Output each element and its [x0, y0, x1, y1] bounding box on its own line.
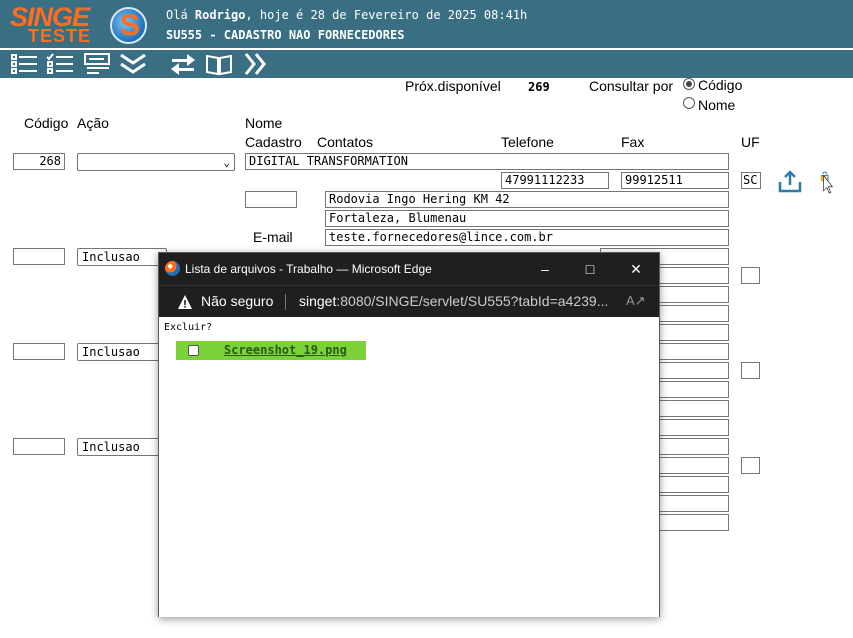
- file-item: Screenshot_19.png: [176, 341, 366, 360]
- email-label: E-mail: [253, 229, 293, 245]
- acao-select-new-2[interactable]: Inclusao: [77, 343, 167, 361]
- double-chevron-right-icon[interactable]: [242, 52, 270, 76]
- col-codigo: Código: [24, 115, 69, 131]
- acao-select-new-3[interactable]: Inclusao: [77, 438, 167, 456]
- email-field[interactable]: teste.fornecedores@lince.com.br: [325, 229, 729, 246]
- unlock-icon[interactable]: [812, 170, 852, 230]
- prox-disponivel-label: Próx.disponível: [405, 78, 501, 94]
- double-chevron-down-icon[interactable]: [119, 52, 147, 76]
- file-checkbox[interactable]: [188, 345, 199, 356]
- radio-codigo[interactable]: [683, 78, 695, 90]
- book-icon[interactable]: [205, 52, 233, 76]
- nome-field[interactable]: DIGITAL TRANSFORMATION: [245, 153, 729, 170]
- file-link[interactable]: Screenshot_19.png: [224, 343, 347, 357]
- telefone-field[interactable]: 47991112233: [501, 172, 609, 189]
- cadastro-field[interactable]: [245, 191, 297, 208]
- acao-select-new-1[interactable]: Inclusao: [77, 248, 167, 266]
- codigo-field-new-2[interactable]: [13, 343, 65, 360]
- file-list-popup: Lista de arquivos - Trabalho — Microsoft…: [158, 252, 660, 617]
- list-icon[interactable]: [10, 52, 38, 76]
- codigo-field[interactable]: 268: [13, 153, 65, 170]
- fax-field[interactable]: 99912511: [621, 172, 729, 189]
- app-header: SINGE TESTE S Olá Rodrigo, hoje é 28 de …: [0, 0, 853, 48]
- radio-nome[interactable]: [683, 97, 695, 109]
- card-icon[interactable]: [84, 52, 112, 76]
- read-aloud-icon[interactable]: A↗: [626, 293, 646, 309]
- refresh-icon[interactable]: [169, 52, 197, 76]
- toolbar: [0, 50, 853, 78]
- uf-box-1[interactable]: [741, 267, 760, 284]
- upload-icon[interactable]: [776, 170, 802, 194]
- excluir-label: Excluir?: [164, 322, 213, 333]
- col-uf: UF: [741, 134, 760, 150]
- greeting: Olá Rodrigo, hoje é 28 de Fevereiro de 2…: [166, 8, 528, 22]
- popup-title: Lista de arquivos - Trabalho — Microsoft…: [185, 262, 432, 276]
- codigo-field-new-3[interactable]: [13, 438, 65, 455]
- popup-titlebar[interactable]: Lista de arquivos - Trabalho — Microsoft…: [159, 253, 659, 285]
- consultar-por-label: Consultar por: [589, 78, 674, 94]
- radio-codigo-label: Código: [698, 77, 743, 93]
- col-cadastro: Cadastro: [245, 134, 302, 150]
- warning-icon: [178, 295, 192, 309]
- logo-icon: S: [110, 7, 147, 44]
- col-nome: Nome: [245, 115, 283, 131]
- radio-nome-label: Nome: [698, 97, 736, 113]
- maximize-button[interactable]: □: [580, 259, 600, 279]
- address-separator: [285, 294, 286, 310]
- checklist-icon[interactable]: [46, 52, 74, 76]
- bairro-field[interactable]: Fortaleza, Blumenau: [325, 210, 729, 227]
- col-contatos: Contatos: [317, 134, 374, 150]
- screen-title: SU555 - CADASTRO NAO FORNECEDORES: [166, 28, 405, 42]
- not-secure-label[interactable]: Não seguro: [201, 293, 273, 309]
- prox-disponivel-value: 269: [528, 80, 550, 94]
- col-acao: Ação: [77, 115, 109, 131]
- popup-content: Excluir? Screenshot_19.png: [159, 317, 659, 617]
- address-bar[interactable]: Não seguro singet:8080/SINGE/servlet/SU5…: [159, 285, 659, 317]
- endereco-field[interactable]: Rodovia Ingo Hering KM 42: [325, 191, 729, 208]
- col-fax: Fax: [621, 134, 645, 150]
- acao-select[interactable]: ⌄: [77, 153, 235, 171]
- chevron-down-icon: ⌄: [223, 156, 230, 169]
- col-telefone: Telefone: [501, 134, 554, 150]
- uf-field[interactable]: SC: [741, 172, 761, 189]
- minimize-button[interactable]: –: [535, 259, 555, 279]
- codigo-field-new-1[interactable]: [13, 248, 65, 265]
- uf-box-3[interactable]: [741, 457, 760, 474]
- uf-box-2[interactable]: [741, 362, 760, 379]
- app-favicon-icon: [165, 261, 180, 276]
- logo-teste: TESTE: [28, 26, 92, 46]
- url-text[interactable]: singet:8080/SINGE/servlet/SU555?tabId=a4…: [299, 293, 608, 309]
- close-button[interactable]: ✕: [626, 259, 646, 279]
